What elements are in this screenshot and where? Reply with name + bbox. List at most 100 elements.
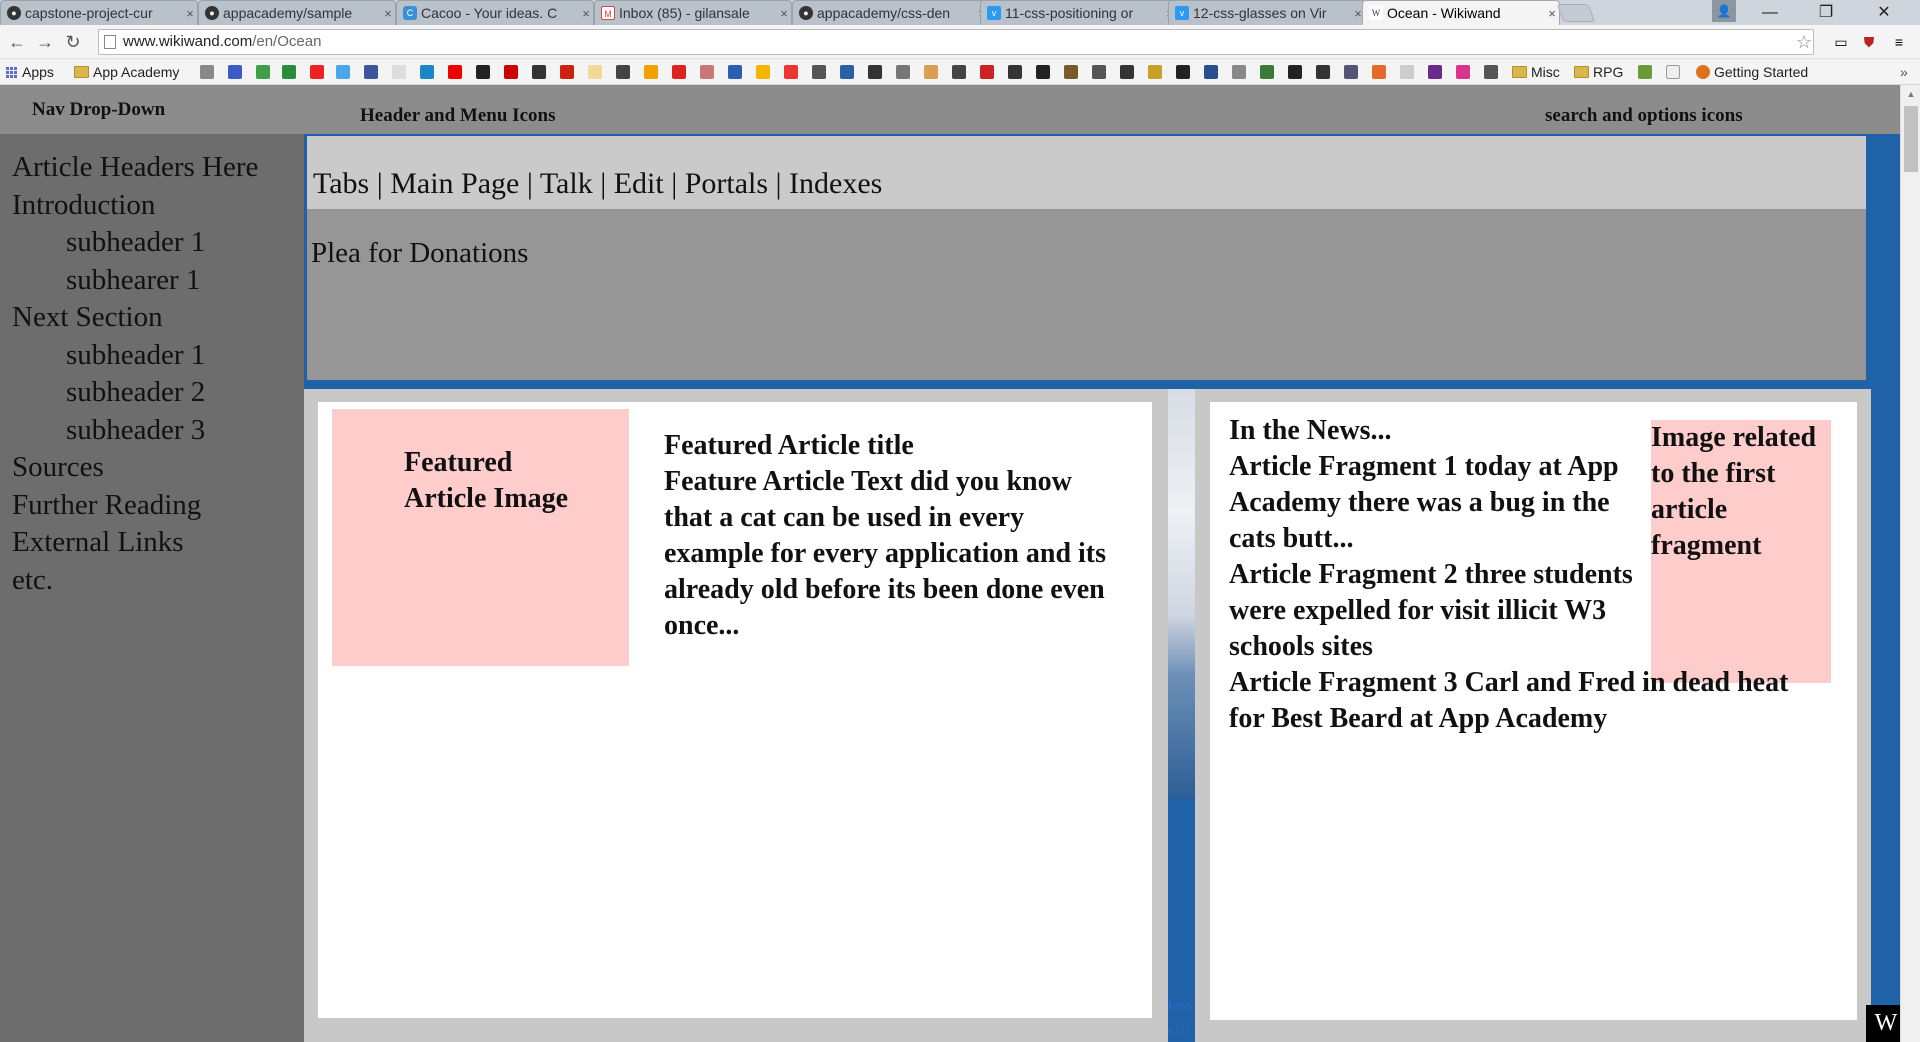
- toc-item[interactable]: Sources: [12, 449, 258, 487]
- bookmark-site-icon[interactable]: [1344, 65, 1358, 79]
- scroll-up-arrow-icon[interactable]: ▲: [1901, 85, 1920, 103]
- bookmark-site-icon[interactable]: [1260, 65, 1274, 79]
- toc-item[interactable]: Further Reading: [12, 487, 258, 525]
- page-icon[interactable]: [1666, 65, 1680, 79]
- featured-article-image[interactable]: Featured Article Image: [332, 409, 629, 666]
- tab-close-icon[interactable]: ×: [183, 6, 197, 21]
- youtube-icon[interactable]: [310, 65, 324, 79]
- twitter-icon[interactable]: [336, 65, 350, 79]
- bookmark-getting-started[interactable]: Getting Started: [1696, 63, 1808, 81]
- bookmark-site-icon[interactable]: [1148, 65, 1162, 79]
- minimize-icon[interactable]: —: [1744, 0, 1796, 25]
- bookmark-site-icon[interactable]: [228, 65, 242, 79]
- bookmark-site-icon[interactable]: [256, 65, 270, 79]
- bookmark-star-icon[interactable]: ☆: [1796, 32, 1812, 53]
- quote-icon[interactable]: [868, 65, 882, 79]
- tab-close-icon[interactable]: ×: [381, 6, 395, 21]
- bookmark-site-icon[interactable]: [420, 65, 434, 79]
- bookmark-site-icon[interactable]: [504, 65, 518, 79]
- bookmark-site-icon[interactable]: [1176, 65, 1190, 79]
- bookmark-site-icon[interactable]: [952, 65, 966, 79]
- toc-subitem[interactable]: subhearer 1: [12, 262, 258, 300]
- browser-tab[interactable]: ● capstone-project-cur ×: [0, 0, 198, 25]
- profile-icon[interactable]: 👤: [1712, 0, 1736, 22]
- browser-tab[interactable]: v 12-css-glasses on Vir ×: [1168, 0, 1366, 25]
- bookmark-apps[interactable]: Apps: [6, 63, 54, 81]
- bookmark-site-icon[interactable]: [532, 65, 546, 79]
- featured-article-title[interactable]: Featured Article title: [664, 428, 1114, 464]
- bookmark-site-icon[interactable]: [1400, 65, 1414, 79]
- page-scrollbar[interactable]: ▲: [1900, 85, 1920, 1042]
- bookmark-site-icon[interactable]: [980, 65, 994, 79]
- background-link-text[interactable]: lass: [1168, 997, 1192, 1015]
- pinterest-icon[interactable]: [560, 65, 574, 79]
- bookmark-site-icon[interactable]: [1316, 65, 1330, 79]
- bookmark-site-icon[interactable]: [784, 65, 798, 79]
- bookmark-site-icon[interactable]: [1036, 65, 1050, 79]
- more-bookmarks-icon[interactable]: »: [1900, 63, 1908, 81]
- bookmark-site-icon[interactable]: [1204, 65, 1218, 79]
- bookmark-site-icon[interactable]: [1092, 65, 1106, 79]
- facebook-icon[interactable]: [364, 65, 378, 79]
- bookmark-folder-rpg[interactable]: RPG: [1574, 63, 1623, 81]
- bookmark-site-icon[interactable]: [1456, 65, 1470, 79]
- bookmark-site-icon[interactable]: [616, 65, 630, 79]
- browser-tab[interactable]: ● appacademy/css-den ×: [792, 0, 990, 25]
- bookmark-site-icon[interactable]: [812, 65, 826, 79]
- forward-arrow-icon[interactable]: →: [34, 31, 56, 53]
- bookmark-site-icon[interactable]: [1008, 65, 1022, 79]
- restore-icon[interactable]: ❐: [1800, 0, 1852, 25]
- bookmark-site-icon[interactable]: [1232, 65, 1246, 79]
- reload-icon[interactable]: ↻: [62, 31, 84, 53]
- scrollbar-thumb[interactable]: [1904, 106, 1918, 172]
- address-bar[interactable]: www.wikiwand.com/en/Ocean: [98, 29, 1814, 55]
- toc-subitem[interactable]: subheader 3: [12, 412, 258, 450]
- donation-text[interactable]: Plea for Donations: [311, 237, 528, 270]
- bookmark-site-icon[interactable]: [756, 65, 770, 79]
- toc-item[interactable]: etc.: [12, 562, 258, 600]
- background-link-ref[interactable]: e [2]: [1168, 1025, 1188, 1037]
- back-arrow-icon[interactable]: ←: [6, 31, 28, 53]
- bookmark-site-icon[interactable]: [840, 65, 854, 79]
- bookmark-site-icon[interactable]: [476, 65, 490, 79]
- toc-item[interactable]: Article Headers Here: [12, 149, 258, 187]
- bookmark-site-icon[interactable]: [1288, 65, 1302, 79]
- toc-item[interactable]: Introduction: [12, 187, 258, 225]
- browser-tab[interactable]: M Inbox (85) - gilansale ×: [594, 0, 792, 25]
- bookmark-site-icon[interactable]: [1064, 65, 1078, 79]
- bookmark-site-icon[interactable]: [448, 65, 462, 79]
- tab-close-icon[interactable]: ×: [1545, 6, 1559, 21]
- tab-close-icon[interactable]: ×: [777, 6, 791, 21]
- search-options-icons-label[interactable]: search and options icons: [1545, 105, 1743, 127]
- toc-subitem[interactable]: subheader 2: [12, 374, 258, 412]
- toc-item[interactable]: External Links: [12, 524, 258, 562]
- header-menu-icons-label[interactable]: Header and Menu Icons: [360, 105, 555, 127]
- tab-close-icon[interactable]: ×: [579, 6, 593, 21]
- bookmark-site-icon[interactable]: [1638, 65, 1652, 79]
- bookmark-site-icon[interactable]: [1484, 65, 1498, 79]
- new-tab-button[interactable]: [1556, 4, 1596, 22]
- bookmark-site-icon[interactable]: [282, 65, 296, 79]
- bookmark-site-icon[interactable]: [200, 65, 214, 79]
- bookmark-folder-app-academy[interactable]: App Academy: [74, 63, 179, 81]
- news-fragment[interactable]: Article Fragment 1 today at App Academy …: [1229, 449, 1649, 557]
- menu-icon[interactable]: ≡: [1888, 32, 1910, 52]
- bookmark-site-icon[interactable]: [1428, 65, 1442, 79]
- bookmark-site-icon[interactable]: [924, 65, 938, 79]
- bookmark-folder-misc[interactable]: Misc: [1512, 63, 1560, 81]
- bookmark-site-icon[interactable]: [728, 65, 742, 79]
- news-fragment[interactable]: Article Fragment 3 Carl and Fred in dead…: [1229, 665, 1809, 737]
- cast-icon[interactable]: ▭: [1830, 32, 1852, 52]
- toc-subitem[interactable]: subheader 1: [12, 337, 258, 375]
- wikipedia-icon[interactable]: [392, 65, 406, 79]
- bookmark-site-icon[interactable]: [672, 65, 686, 79]
- bookmark-site-icon[interactable]: [1372, 65, 1386, 79]
- browser-tab-active[interactable]: W Ocean - Wikiwand ×: [1362, 0, 1560, 25]
- browser-tab[interactable]: ● appacademy/sample ×: [198, 0, 396, 25]
- page-tabs[interactable]: Tabs | Main Page | Talk | Edit | Portals…: [313, 167, 882, 201]
- bookmark-site-icon[interactable]: [1120, 65, 1134, 79]
- google-icon[interactable]: [896, 65, 910, 79]
- toc-subitem[interactable]: subheader 1: [12, 224, 258, 262]
- bookmark-site-icon[interactable]: [700, 65, 714, 79]
- browser-tab[interactable]: C Cacoo - Your ideas. C ×: [396, 0, 594, 25]
